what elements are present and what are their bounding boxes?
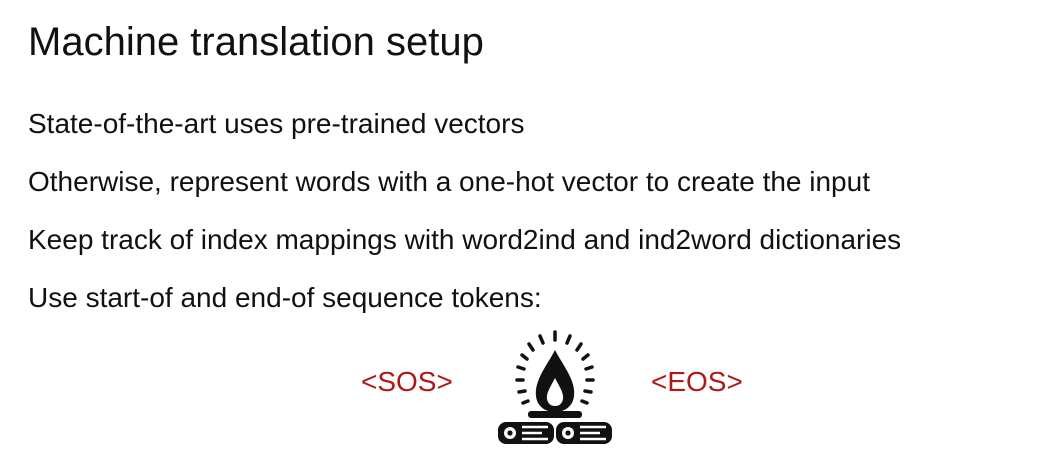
eos-token: <EOS> [651,366,743,397]
bullet-item: Use start-of and end-of sequence tokens: [28,282,542,313]
bullet-item: State-of-the-art uses pre-trained vector… [28,108,525,139]
bullet-list: State-of-the-art uses pre-trained vector… [28,102,901,334]
slide: Machine translation setup State-of-the-a… [0,0,1037,468]
sos-token: <SOS> [361,366,453,397]
bullet-item: Keep track of index mappings with word2i… [28,224,902,255]
campfire-icon [490,330,620,450]
slide-title: Machine translation setup [28,20,484,64]
bullet-item: Otherwise, represent words with a one-ho… [28,166,870,197]
